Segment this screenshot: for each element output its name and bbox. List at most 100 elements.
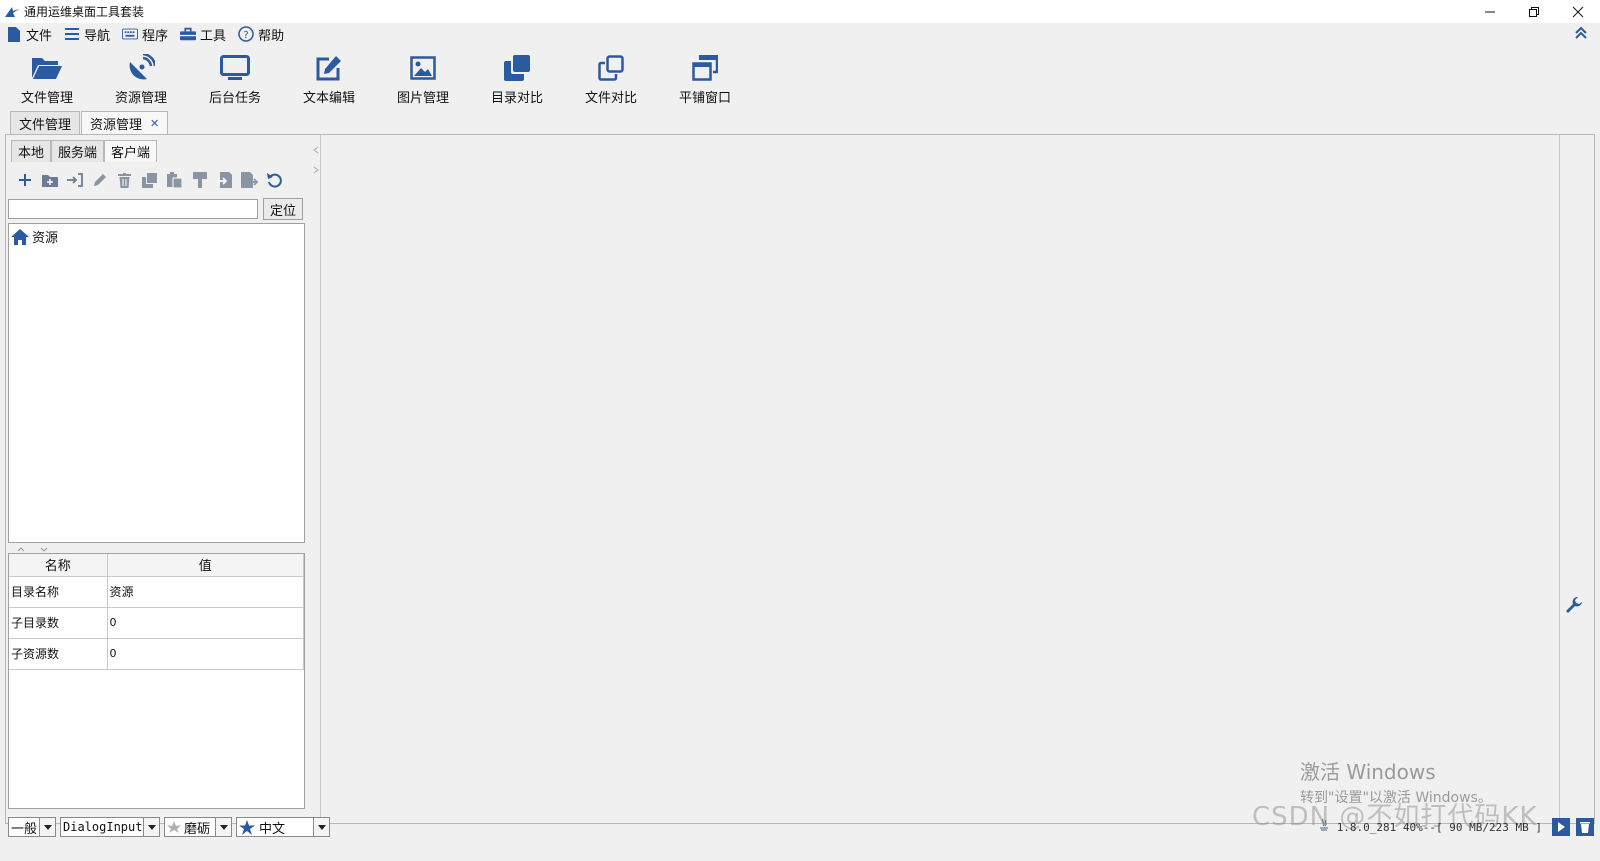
table-row[interactable]: 子目录数 0: [9, 607, 304, 639]
tab-close-icon[interactable]: ✕: [150, 117, 159, 130]
rename-icon[interactable]: [87, 169, 112, 191]
source-tabs: 本地 服务端 客户端: [11, 140, 158, 162]
resource-left-panel: 本地 服务端 客户端 定位 资源 名称 值 目录名称 资源 子目录数 0 子资源…: [6, 135, 311, 823]
content-frame: 本地 服务端 客户端 定位 资源 名称 值 目录名称 资源 子目录数 0 子资源…: [5, 134, 1595, 824]
chevron-down-icon[interactable]: [39, 818, 55, 836]
run-gc-icon[interactable]: [1550, 816, 1572, 838]
leaf-icon: [167, 821, 181, 833]
monitor-icon: [220, 53, 250, 83]
new-folder-icon[interactable]: [37, 169, 62, 191]
prop-name: 子目录数: [9, 607, 108, 639]
table-row[interactable]: 子资源数 0: [9, 638, 304, 670]
tree-node-root[interactable]: 资源: [9, 224, 304, 249]
paste-icon[interactable]: [162, 169, 187, 191]
watermark-line1: 激活 Windows: [1300, 760, 1436, 784]
properties-table: 名称 值 目录名称 资源 子目录数 0 子资源数 0: [8, 553, 305, 809]
move-in-icon[interactable]: [212, 169, 237, 191]
locate-row: 定位: [8, 198, 303, 220]
tool-tile-windows[interactable]: 平铺窗口: [658, 45, 752, 107]
trash-icon[interactable]: [1574, 816, 1596, 838]
close-icon[interactable]: [1556, 0, 1600, 23]
combo-value: 磨砺: [184, 821, 211, 837]
format-painter-icon[interactable]: [187, 169, 212, 191]
import-icon[interactable]: [62, 169, 87, 191]
resource-tree[interactable]: 资源: [8, 223, 305, 543]
tool-label: 资源管理: [114, 91, 167, 106]
tool-label: 平铺窗口: [678, 91, 731, 106]
tab-label: 文件管理: [19, 117, 72, 133]
wrench-icon[interactable]: [1566, 597, 1582, 617]
delete-icon[interactable]: [112, 169, 137, 191]
main-toolbar: 文件管理 资源管理 后台任务 文本编辑 图片管理 目录对比 文件对比 平铺窗口: [0, 45, 1600, 107]
tab-server[interactable]: 服务端: [51, 140, 105, 162]
combo-value: 一般: [11, 821, 38, 837]
refresh-icon[interactable]: [262, 169, 287, 191]
status-bar: 一般 DialogInput 磨砺 中文 1.8.0_281 40%--[ 90…: [0, 812, 1600, 861]
collapse-toolbar-icon[interactable]: [1574, 26, 1588, 44]
prop-value: 0: [107, 638, 304, 670]
menu-tools[interactable]: 工具: [180, 25, 226, 44]
menu-label: 文件: [26, 28, 53, 44]
tool-label: 后台任务: [208, 91, 261, 106]
tool-label: 图片管理: [396, 91, 449, 106]
theme-select[interactable]: 磨砺: [164, 817, 232, 837]
menu-navigate[interactable]: 导航: [64, 25, 110, 44]
tool-file-compare[interactable]: 文件对比: [564, 45, 658, 107]
menu-label: 帮助: [258, 28, 285, 44]
menu-program[interactable]: 程序: [122, 25, 168, 44]
tab-client[interactable]: 客户端: [104, 140, 158, 162]
resource-action-bar: [12, 169, 287, 191]
status-right: 1.8.0_281 40%--[ 90 MB/223 MB ]: [1317, 815, 1596, 839]
memory-status: 1.8.0_281 40%--[ 90 MB/223 MB ]: [1336, 820, 1542, 834]
window-restore-icon: [690, 53, 720, 83]
app-logo-icon: [2, 0, 22, 23]
tool-resource-manager[interactable]: 资源管理: [94, 45, 188, 107]
clone-outline-icon: [596, 53, 626, 83]
prop-value: 0: [107, 607, 304, 639]
log-level-select[interactable]: 一般: [8, 817, 56, 837]
table-row[interactable]: 目录名称 资源: [9, 576, 304, 608]
col-header-name[interactable]: 名称: [9, 554, 108, 577]
menu-help[interactable]: ? 帮助: [238, 25, 284, 44]
menu-file[interactable]: 文件: [6, 25, 52, 44]
tool-label: 文件对比: [584, 91, 637, 106]
tab-file-manager[interactable]: 文件管理: [10, 111, 81, 134]
prop-name: 目录名称: [9, 576, 108, 608]
tool-text-editor[interactable]: 文本编辑: [282, 45, 376, 107]
chevron-down-icon[interactable]: [215, 818, 231, 836]
tool-label: 目录对比: [490, 91, 543, 106]
tool-file-manager[interactable]: 文件管理: [0, 45, 94, 107]
copy-icon[interactable]: [137, 169, 162, 191]
restore-icon[interactable]: [1512, 0, 1556, 23]
title-bar: 通用运维桌面工具套装: [0, 0, 1600, 23]
document-tabs: 文件管理 资源管理 ✕: [10, 111, 169, 134]
combo-value: 中文: [259, 821, 286, 837]
chevron-down-icon[interactable]: [143, 818, 159, 836]
tool-image-manager[interactable]: 图片管理: [376, 45, 470, 107]
tab-local[interactable]: 本地: [11, 140, 52, 162]
list-icon: [64, 26, 80, 42]
satellite-dish-icon: [126, 53, 156, 83]
prop-name: 子资源数: [9, 638, 108, 670]
menu-bar: 文件 导航 程序 工具 ? 帮助: [0, 23, 1600, 45]
window-controls: [1468, 0, 1600, 23]
col-header-value[interactable]: 值: [107, 554, 304, 577]
chevron-down-icon[interactable]: [313, 818, 329, 836]
language-select[interactable]: 中文: [236, 817, 330, 837]
minimize-icon[interactable]: [1468, 0, 1512, 23]
window-title: 通用运维桌面工具套装: [24, 5, 145, 19]
resource-detail-panel: [320, 135, 1560, 823]
panel-divider-arrows[interactable]: [312, 141, 320, 185]
add-icon[interactable]: [12, 169, 37, 191]
export-icon[interactable]: [237, 169, 262, 191]
menu-label: 导航: [84, 28, 111, 44]
font-select[interactable]: DialogInput: [60, 817, 160, 837]
tab-label: 资源管理: [90, 117, 143, 133]
tab-resource-manager[interactable]: 资源管理 ✕: [81, 111, 169, 134]
locate-input[interactable]: [8, 199, 258, 219]
edit-icon: [314, 53, 344, 83]
locate-button[interactable]: 定位: [263, 198, 303, 220]
tool-background-tasks[interactable]: 后台任务: [188, 45, 282, 107]
tool-directory-compare[interactable]: 目录对比: [470, 45, 564, 107]
prop-value: 资源: [107, 576, 304, 608]
